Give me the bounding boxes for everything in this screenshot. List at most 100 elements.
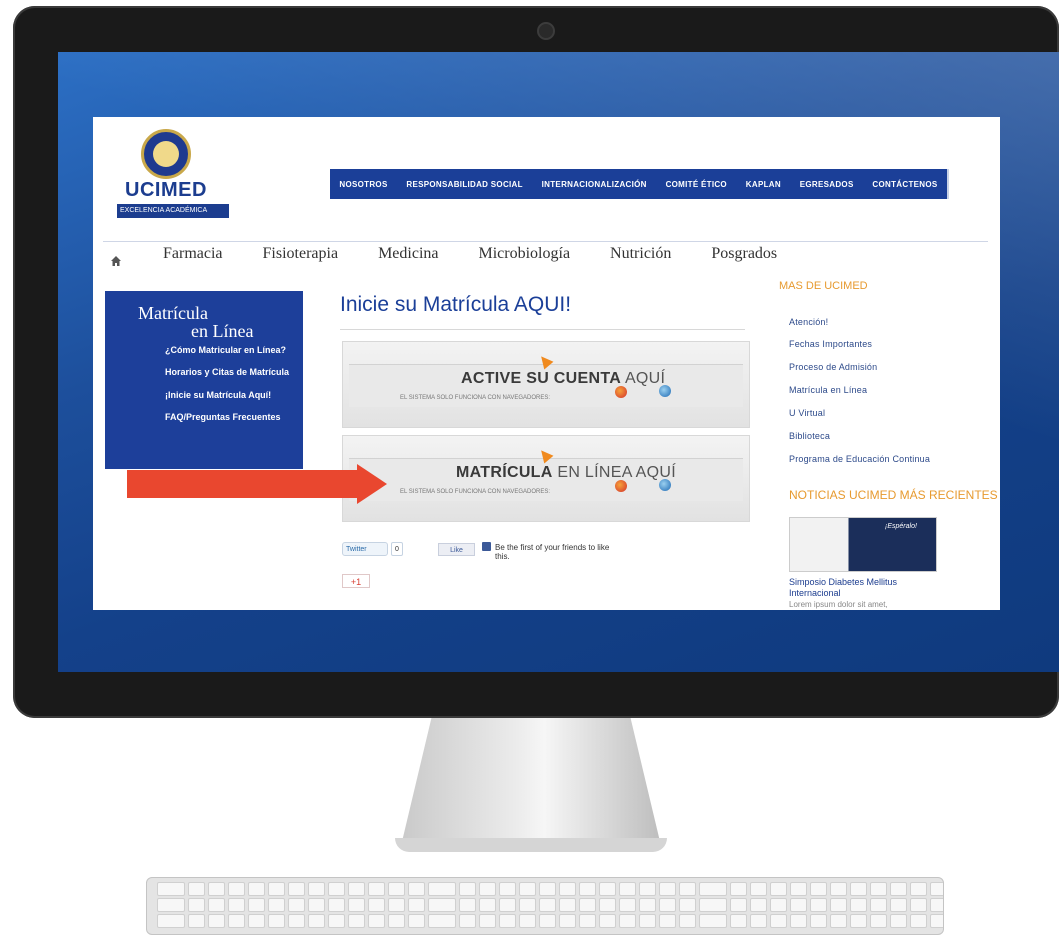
banner-heading: MATRÍCULA EN LÍNEA AQUÍ: [456, 464, 676, 482]
topnav-item-contactenos[interactable]: CONTÁCTENOS: [872, 180, 937, 189]
subnav-item-farmacia[interactable]: Farmacia: [163, 245, 223, 269]
keyboard-key: [479, 914, 496, 928]
keyboard-key: [679, 898, 696, 912]
subnav-item-fisioterapia[interactable]: Fisioterapia: [263, 245, 339, 269]
subnav-item-posgrados[interactable]: Posgrados: [711, 245, 777, 269]
right-link-matricula[interactable]: Matrícula en Línea: [789, 385, 867, 395]
keyboard-key: [408, 898, 425, 912]
keyboard-key: [499, 914, 516, 928]
firefox-icon: [615, 480, 627, 492]
right-link-fechas[interactable]: Fechas Importantes: [789, 339, 872, 349]
news-caption-link[interactable]: Simposio Diabetes Mellitus Internacional: [789, 577, 949, 599]
keyboard-key: [790, 898, 807, 912]
keyboard-key: [428, 882, 456, 896]
keyboard-key: [499, 898, 516, 912]
pointer-arrow: [127, 470, 359, 498]
keyboard-key: [930, 914, 943, 928]
keyboard-key: [348, 898, 365, 912]
subnav-item-microbiologia[interactable]: Microbiología: [479, 245, 571, 269]
keyboard-key: [539, 898, 556, 912]
sidebar-link-inicie-matricula[interactable]: ¡Inicie su Matrícula Aquí!: [165, 390, 271, 400]
subnav-item-medicina[interactable]: Medicina: [378, 245, 438, 269]
keyboard-key: [428, 898, 456, 912]
keyboard-key: [750, 898, 767, 912]
keyboard-key: [559, 914, 576, 928]
keyboard-key: [830, 898, 847, 912]
banner-subtext: EL SISTEMA SOLO FUNCIONA CON NAVEGADORES…: [400, 395, 551, 401]
monitor-stand: [400, 718, 662, 850]
topnav-item-comite-etico[interactable]: COMITÉ ÉTICO: [666, 180, 727, 189]
keyboard-key: [810, 898, 827, 912]
keyboard-key: [699, 898, 727, 912]
news-excerpt: Lorem ipsum dolor sit amet,: [789, 600, 888, 609]
keyboard-key: [850, 898, 867, 912]
keyboard-key: [659, 882, 676, 896]
keyboard-key: [268, 882, 285, 896]
keyboard-key: [368, 898, 385, 912]
keyboard-key: [519, 898, 536, 912]
keyboard-key: [730, 882, 747, 896]
keyboard-key: [459, 898, 476, 912]
keyboard-key: [830, 882, 847, 896]
twitter-count: 0: [391, 542, 403, 556]
keyboard-key: [519, 914, 536, 928]
keyboard-key: [459, 882, 476, 896]
right-link-admision[interactable]: Proceso de Admisión: [789, 362, 877, 372]
keyboard-key: [208, 914, 225, 928]
university-seal-icon: [141, 129, 191, 179]
keyboard-key: [157, 882, 185, 896]
keyboard-key: [288, 898, 305, 912]
right-link-biblioteca[interactable]: Biblioteca: [789, 431, 830, 441]
right-link-educacion-continua[interactable]: Programa de Educación Continua: [789, 454, 930, 464]
internet-explorer-icon: [659, 385, 671, 397]
keyboard-key: [499, 882, 516, 896]
keyboard-key: [228, 914, 245, 928]
keyboard-row: [157, 882, 943, 896]
matricula-en-linea-banner[interactable]: MATRÍCULA EN LÍNEA AQUÍ EL SISTEMA SOLO …: [342, 435, 750, 522]
facebook-icon: [482, 542, 491, 551]
topnav-item-responsabilidad-social[interactable]: RESPONSABILIDAD SOCIAL: [406, 180, 522, 189]
keyboard-key: [599, 898, 616, 912]
program-navigation: Farmacia Fisioterapia Medicina Microbiol…: [163, 245, 817, 269]
keyboard-key: [328, 914, 345, 928]
facebook-like-button[interactable]: Like: [438, 543, 475, 556]
keyboard-key: [770, 882, 787, 896]
keyboard-key: [639, 914, 656, 928]
keyboard-key: [388, 898, 405, 912]
keyboard-key: [930, 882, 943, 896]
keyboard-key: [408, 882, 425, 896]
ucimed-logo[interactable]: UCIMED EXCELENCIA ACADÉMICA: [113, 129, 229, 229]
keyboard-key: [539, 882, 556, 896]
keyboard-key: [870, 882, 887, 896]
mas-ucimed-heading: MAS DE UCIMED: [779, 280, 868, 292]
active-cuenta-banner[interactable]: ACTIVE SU CUENTA AQUÍ EL SISTEMA SOLO FU…: [342, 341, 750, 428]
keyboard-key: [519, 882, 536, 896]
sidebar-link-horarios[interactable]: Horarios y Citas de Matrícula: [165, 367, 289, 377]
right-link-atencion[interactable]: Atención!: [789, 317, 828, 327]
keyboard-key: [479, 882, 496, 896]
sidebar-link-faq[interactable]: FAQ/Preguntas Frecuentes: [165, 412, 281, 422]
pointer-arrow-head: [357, 464, 387, 504]
keyboard-key: [730, 914, 747, 928]
sidebar-link-como-matricular[interactable]: ¿Cómo Matricular en Línea?: [165, 345, 286, 355]
keyboard-key: [870, 914, 887, 928]
twitter-button[interactable]: Twitter: [342, 542, 388, 556]
keyboard-key: [850, 914, 867, 928]
keyboard-key: [850, 882, 867, 896]
topnav-item-nosotros[interactable]: NOSOTROS: [339, 180, 387, 189]
home-icon[interactable]: [110, 255, 122, 267]
topnav-item-kaplan[interactable]: KAPLAN: [746, 180, 781, 189]
topnav-item-egresados[interactable]: EGRESADOS: [800, 180, 854, 189]
internet-explorer-icon: [659, 479, 671, 491]
keyboard-key: [308, 882, 325, 896]
subnav-item-nutricion[interactable]: Nutrición: [610, 245, 671, 269]
keyboard-key: [910, 898, 927, 912]
google-plus-button[interactable]: +1: [342, 574, 370, 588]
brand-name: UCIMED: [125, 179, 207, 201]
keyboard-key: [368, 882, 385, 896]
keyboard-key: [308, 914, 325, 928]
keyboard-key: [790, 914, 807, 928]
right-link-u-virtual[interactable]: U Virtual: [789, 408, 825, 418]
topnav-item-internacionalizacion[interactable]: INTERNACIONALIZACIÓN: [542, 180, 647, 189]
matricula-sidebar: Matrícula en Línea ¿Cómo Matricular en L…: [105, 291, 303, 469]
